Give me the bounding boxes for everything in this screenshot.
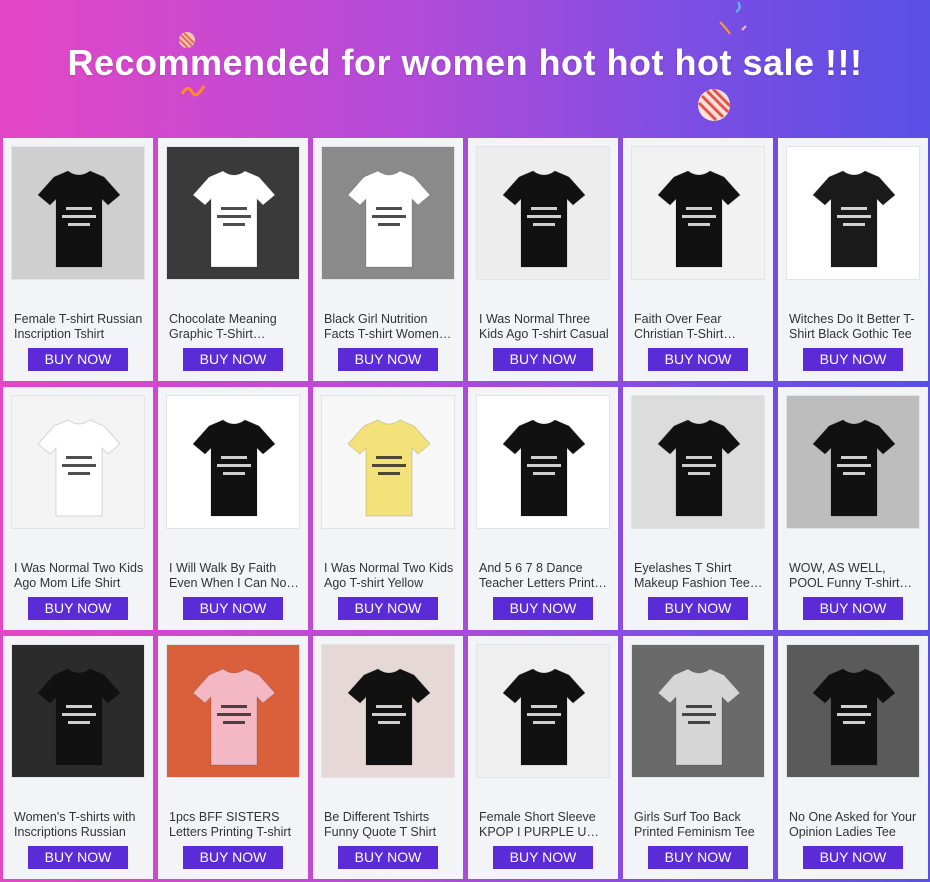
product-image[interactable] (631, 146, 765, 280)
buy-now-button[interactable]: BUY NOW (338, 597, 438, 620)
product-name[interactable]: Black Girl Nutrition Facts T-shirt Women… (324, 312, 454, 342)
tshirt-image (787, 147, 919, 279)
product-name[interactable]: WOW, AS WELL, POOL Funny T-shirt Women (789, 561, 919, 591)
product-card[interactable]: Faith Over Fear Christian T-Shirt Women B… (623, 138, 773, 381)
product-image[interactable] (166, 644, 300, 778)
product-card[interactable]: And 5 6 7 8 Dance Teacher Letters Print … (468, 387, 618, 630)
product-card[interactable]: I Will Walk By Faith Even When I Can Not… (158, 387, 308, 630)
product-image[interactable] (11, 146, 145, 280)
tshirt-image (632, 645, 764, 777)
buy-now-button[interactable]: BUY NOW (338, 846, 438, 869)
buy-now-button[interactable]: BUY NOW (648, 348, 748, 371)
product-image[interactable] (786, 395, 920, 529)
product-card[interactable]: No One Asked for Your Opinion Ladies Tee… (778, 636, 928, 879)
buy-now-button[interactable]: BUY NOW (648, 597, 748, 620)
product-card[interactable]: Girls Surf Too Back Printed Feminism Tee… (623, 636, 773, 879)
tshirt-image (322, 396, 454, 528)
tshirt-image (322, 147, 454, 279)
product-grid: Female T-shirt Russian Inscription Tshir… (3, 138, 928, 882)
product-card[interactable]: Black Girl Nutrition Facts T-shirt Women… (313, 138, 463, 381)
tshirt-image (322, 645, 454, 777)
tshirt-image (632, 147, 764, 279)
product-card[interactable]: Be Different Tshirts Funny Quote T Shirt… (313, 636, 463, 879)
product-name[interactable]: Female Short Sleeve KPOP I PURPLE U Tee (479, 810, 609, 840)
tshirt-image (12, 147, 144, 279)
streamer-decoration (719, 1, 747, 35)
product-image[interactable] (476, 644, 610, 778)
product-card[interactable]: Female T-shirt Russian Inscription Tshir… (3, 138, 153, 381)
product-image[interactable] (11, 395, 145, 529)
product-card[interactable]: WOW, AS WELL, POOL Funny T-shirt Women BU… (778, 387, 928, 630)
buy-now-button[interactable]: BUY NOW (803, 348, 903, 371)
buy-now-button[interactable]: BUY NOW (493, 597, 593, 620)
product-image[interactable] (321, 146, 455, 280)
buy-now-button[interactable]: BUY NOW (648, 846, 748, 869)
product-name[interactable]: Eyelashes T Shirt Makeup Fashion Tee Wom… (634, 561, 764, 591)
product-name[interactable]: Witches Do It Better T-Shirt Black Gothi… (789, 312, 919, 342)
tshirt-image (477, 396, 609, 528)
tshirt-image (632, 396, 764, 528)
tshirt-image (167, 147, 299, 279)
product-card[interactable]: I Was Normal Two Kids Ago T-shirt Yellow… (313, 387, 463, 630)
product-name[interactable]: I Was Normal Three Kids Ago T-shirt Casu… (479, 312, 609, 342)
product-card[interactable]: Women's T-shirts with Inscriptions Russi… (3, 636, 153, 879)
product-name[interactable]: Girls Surf Too Back Printed Feminism Tee (634, 810, 764, 840)
product-name[interactable]: Women's T-shirts with Inscriptions Russi… (14, 810, 144, 840)
product-name[interactable]: Be Different Tshirts Funny Quote T Shirt (324, 810, 454, 840)
product-image[interactable] (631, 644, 765, 778)
tshirt-image (477, 645, 609, 777)
product-card[interactable]: I Was Normal Three Kids Ago T-shirt Casu… (468, 138, 618, 381)
tshirt-image (12, 645, 144, 777)
product-image[interactable] (166, 395, 300, 529)
product-name[interactable]: 1pcs BFF SISTERS Letters Printing T-shir… (169, 810, 299, 840)
product-name[interactable]: I Was Normal Two Kids Ago T-shirt Yellow (324, 561, 454, 591)
buy-now-button[interactable]: BUY NOW (183, 597, 283, 620)
product-name[interactable]: Faith Over Fear Christian T-Shirt Women (634, 312, 764, 342)
tshirt-image (477, 147, 609, 279)
product-image[interactable] (786, 146, 920, 280)
product-image[interactable] (166, 146, 300, 280)
squiggle-decoration (180, 85, 206, 97)
buy-now-button[interactable]: BUY NOW (493, 348, 593, 371)
promo-banner: Recommended for women hot hot hot sale !… (0, 0, 930, 138)
tshirt-image (787, 645, 919, 777)
product-card[interactable]: I Was Normal Two Kids Ago Mom Life Shirt… (3, 387, 153, 630)
product-name[interactable]: I Was Normal Two Kids Ago Mom Life Shirt (14, 561, 144, 591)
tshirt-image (167, 396, 299, 528)
striped-ball-decoration (697, 88, 731, 122)
buy-now-button[interactable]: BUY NOW (28, 597, 128, 620)
product-image[interactable] (476, 395, 610, 529)
product-card[interactable]: 1pcs BFF SISTERS Letters Printing T-shir… (158, 636, 308, 879)
banner-title: Recommended for women hot hot hot sale !… (67, 42, 863, 83)
buy-now-button[interactable]: BUY NOW (803, 846, 903, 869)
product-image[interactable] (786, 644, 920, 778)
buy-now-button[interactable]: BUY NOW (183, 348, 283, 371)
product-card[interactable]: Female Short Sleeve KPOP I PURPLE U Tee B… (468, 636, 618, 879)
tshirt-image (167, 645, 299, 777)
product-name[interactable]: Chocolate Meaning Graphic T-Shirt Women (169, 312, 299, 342)
buy-now-button[interactable]: BUY NOW (28, 846, 128, 869)
product-image[interactable] (631, 395, 765, 529)
buy-now-button[interactable]: BUY NOW (803, 597, 903, 620)
product-image[interactable] (321, 395, 455, 529)
product-card[interactable]: Witches Do It Better T-Shirt Black Gothi… (778, 138, 928, 381)
tshirt-image (12, 396, 144, 528)
buy-now-button[interactable]: BUY NOW (28, 348, 128, 371)
buy-now-button[interactable]: BUY NOW (493, 846, 593, 869)
product-image[interactable] (476, 146, 610, 280)
product-name[interactable]: Female T-shirt Russian Inscription Tshir… (14, 312, 144, 342)
product-card[interactable]: Chocolate Meaning Graphic T-Shirt Women B… (158, 138, 308, 381)
tshirt-image (787, 396, 919, 528)
product-name[interactable]: No One Asked for Your Opinion Ladies Tee (789, 810, 919, 840)
buy-now-button[interactable]: BUY NOW (338, 348, 438, 371)
product-image[interactable] (321, 644, 455, 778)
product-card[interactable]: Eyelashes T Shirt Makeup Fashion Tee Wom… (623, 387, 773, 630)
product-name[interactable]: And 5 6 7 8 Dance Teacher Letters Print … (479, 561, 609, 591)
buy-now-button[interactable]: BUY NOW (183, 846, 283, 869)
product-image[interactable] (11, 644, 145, 778)
product-name[interactable]: I Will Walk By Faith Even When I Can Not… (169, 561, 299, 591)
